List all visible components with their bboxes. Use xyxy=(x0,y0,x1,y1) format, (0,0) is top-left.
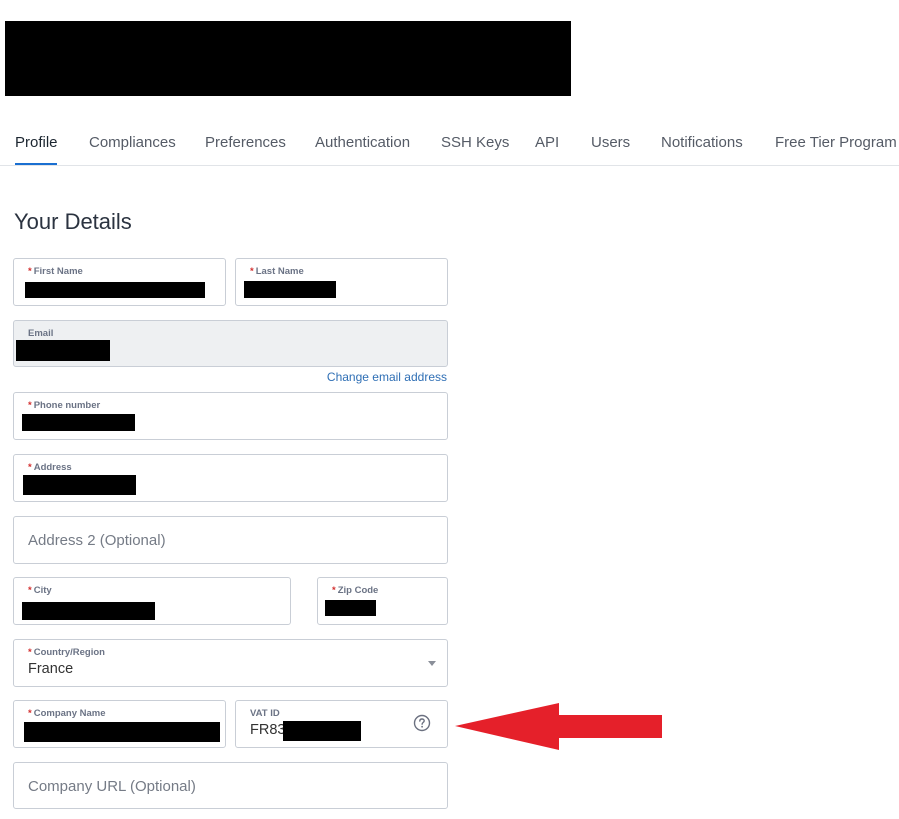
tab-free-tier-program[interactable]: Free Tier Program xyxy=(775,134,897,151)
address-2-placeholder: Address 2 (Optional) xyxy=(28,532,166,549)
header-logo-redacted xyxy=(5,21,571,96)
email-value-redacted xyxy=(16,340,110,361)
annotation-arrow xyxy=(455,703,662,750)
address-value-redacted xyxy=(23,475,136,495)
tab-preferences[interactable]: Preferences xyxy=(205,134,286,151)
zip-code-label: * Zip Code xyxy=(332,585,379,596)
email-label: Email xyxy=(28,328,54,339)
vat-id-value-redacted xyxy=(283,721,361,741)
zip-code-value-redacted xyxy=(325,600,376,616)
tab-profile[interactable]: Profile xyxy=(15,134,58,151)
tab-ssh-keys[interactable]: SSH Keys xyxy=(441,134,509,151)
company-url-placeholder: Company URL (Optional) xyxy=(28,778,196,795)
country-region-select[interactable]: * Country/Region France xyxy=(13,639,448,687)
tab-authentication[interactable]: Authentication xyxy=(315,134,410,151)
change-email-link[interactable]: Change email address xyxy=(327,370,447,384)
first-name-value-redacted xyxy=(25,282,205,298)
profile-tabs: Profile Compliances Preferences Authenti… xyxy=(0,122,899,166)
last-name-value-redacted xyxy=(244,281,336,298)
tab-compliances[interactable]: Compliances xyxy=(89,134,176,151)
vat-id-label: VAT ID xyxy=(250,708,280,719)
city-value-redacted xyxy=(22,602,155,620)
address-label: * Address xyxy=(28,462,72,473)
tab-notifications[interactable]: Notifications xyxy=(661,134,743,151)
city-label: * City xyxy=(28,585,52,596)
country-region-label: * Country/Region xyxy=(28,647,105,658)
first-name-label: * First Name xyxy=(28,266,83,277)
last-name-label: * Last Name xyxy=(250,266,304,277)
company-name-label: * Company Name xyxy=(28,708,106,719)
active-tab-indicator xyxy=(15,163,57,165)
page-title: Your Details xyxy=(14,209,132,234)
vat-id-value-prefix: FR83 xyxy=(250,722,286,738)
help-circle-icon[interactable] xyxy=(413,714,431,732)
address-2-field[interactable]: Address 2 (Optional) xyxy=(13,516,448,564)
chevron-down-icon[interactable] xyxy=(428,661,436,666)
tab-api[interactable]: API xyxy=(535,134,559,151)
phone-number-value-redacted xyxy=(22,414,135,431)
tab-users[interactable]: Users xyxy=(591,134,630,151)
country-region-value: France xyxy=(28,661,74,677)
phone-number-label: * Phone number xyxy=(28,400,101,411)
company-url-field[interactable]: Company URL (Optional) xyxy=(13,762,448,809)
company-name-value-redacted xyxy=(24,722,220,742)
